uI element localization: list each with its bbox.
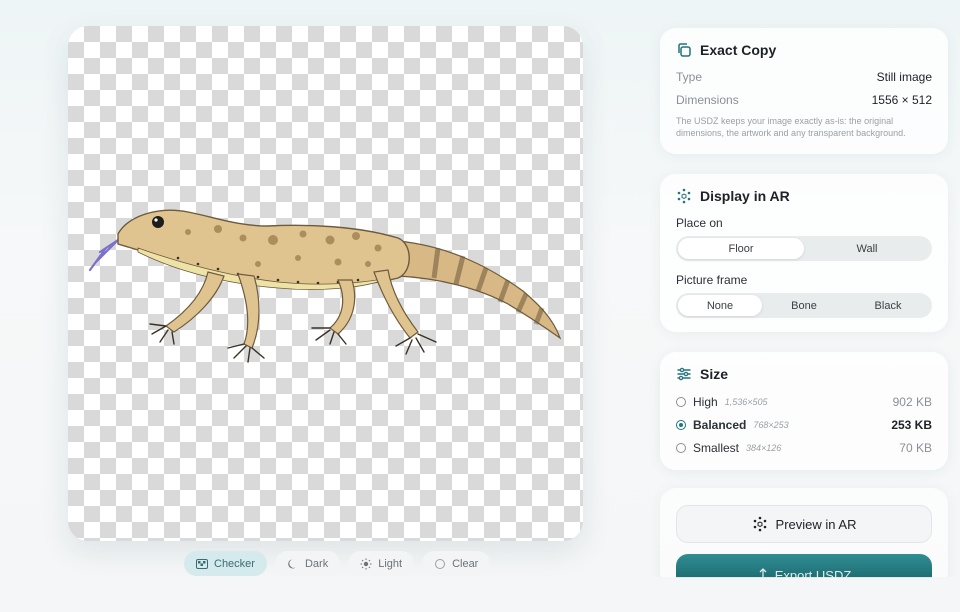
frame-bone-option[interactable]: Bone — [762, 295, 846, 316]
bg-clear-button[interactable]: Clear — [422, 551, 491, 576]
size-high-kb: 902 KB — [892, 394, 932, 409]
size-smallest-name: Smallest — [693, 440, 740, 455]
frame-label: Picture frame — [676, 273, 748, 287]
place-floor-option[interactable]: Floor — [678, 238, 804, 259]
exact-copy-note: The USDZ keeps your image exactly as-is:… — [676, 116, 906, 138]
bg-checker-button[interactable]: Checker — [184, 551, 267, 576]
frame-segmented: None Bone Black — [676, 293, 932, 318]
place-on-segmented: Floor Wall — [676, 236, 932, 261]
display-ar-header: Display in AR — [676, 188, 932, 204]
place-wall-option[interactable]: Wall — [804, 238, 930, 259]
sliders-icon — [676, 366, 692, 382]
ar-cube-icon — [752, 516, 768, 532]
size-smallest-kb: 70 KB — [899, 440, 932, 455]
moon-icon — [287, 558, 299, 570]
display-ar-card: Display in AR Place on Floor Wall Pictur… — [660, 174, 948, 332]
bottom-fade — [640, 577, 960, 612]
circle-icon — [434, 558, 446, 570]
lizard-artwork — [88, 209, 562, 363]
size-balanced-name: Balanced — [693, 417, 747, 432]
size-high-dims: 1,536×505 — [724, 396, 768, 407]
size-balanced-dims: 768×253 — [753, 419, 789, 430]
frame-black-option[interactable]: Black — [846, 295, 930, 316]
frame-none-option[interactable]: None — [678, 295, 762, 316]
exact-copy-header: Exact Copy — [676, 42, 932, 58]
exact-copy-card: Exact Copy Type Still image Dimensions 1… — [660, 28, 948, 154]
size-high-radio[interactable] — [676, 396, 686, 407]
size-high-name: High — [693, 394, 718, 409]
checker-icon — [196, 558, 208, 570]
size-title: Size — [700, 366, 729, 382]
bg-dark-label: Dark — [304, 557, 329, 570]
copy-icon — [676, 42, 692, 58]
export-usdz-button[interactable]: Export USDZ — [676, 554, 932, 578]
background-toggle: Checker Dark Light Clear — [184, 551, 491, 577]
ar-cube-icon — [676, 188, 692, 204]
dimensions-value: 1556 × 512 — [871, 93, 932, 107]
bg-dark-button[interactable]: Dark — [274, 551, 341, 576]
size-option-balanced[interactable]: Balanced 768×253 253 KB — [676, 417, 932, 432]
type-row: Type Still image — [676, 70, 932, 84]
bg-checker-label: Checker — [214, 557, 255, 570]
display-ar-title: Display in AR — [700, 188, 790, 204]
size-balanced-radio[interactable] — [676, 419, 686, 430]
size-card: Size High 1,536×505 902 KB Balanced 768×… — [660, 352, 948, 470]
bg-light-label: Light — [378, 557, 403, 570]
bg-light-button[interactable]: Light — [348, 551, 415, 576]
size-header: Size — [676, 366, 932, 382]
size-option-smallest[interactable]: Smallest 384×126 70 KB — [676, 440, 932, 455]
size-option-high[interactable]: High 1,536×505 902 KB — [676, 394, 932, 409]
dimensions-label: Dimensions — [676, 93, 739, 107]
image-canvas[interactable] — [68, 26, 583, 541]
size-balanced-kb: 253 KB — [891, 417, 932, 432]
exact-copy-title: Exact Copy — [700, 42, 777, 58]
bg-clear-label: Clear — [452, 557, 479, 570]
dimensions-row: Dimensions 1556 × 512 — [676, 93, 932, 107]
type-value: Still image — [876, 70, 932, 84]
preview-ar-button[interactable]: Preview in AR — [676, 505, 932, 543]
size-smallest-radio[interactable] — [676, 442, 686, 453]
type-label: Type — [676, 70, 703, 84]
size-smallest-dims: 384×126 — [746, 442, 782, 453]
preview-ar-label: Preview in AR — [775, 516, 857, 532]
sun-icon — [360, 558, 372, 570]
place-on-label: Place on — [676, 216, 723, 230]
